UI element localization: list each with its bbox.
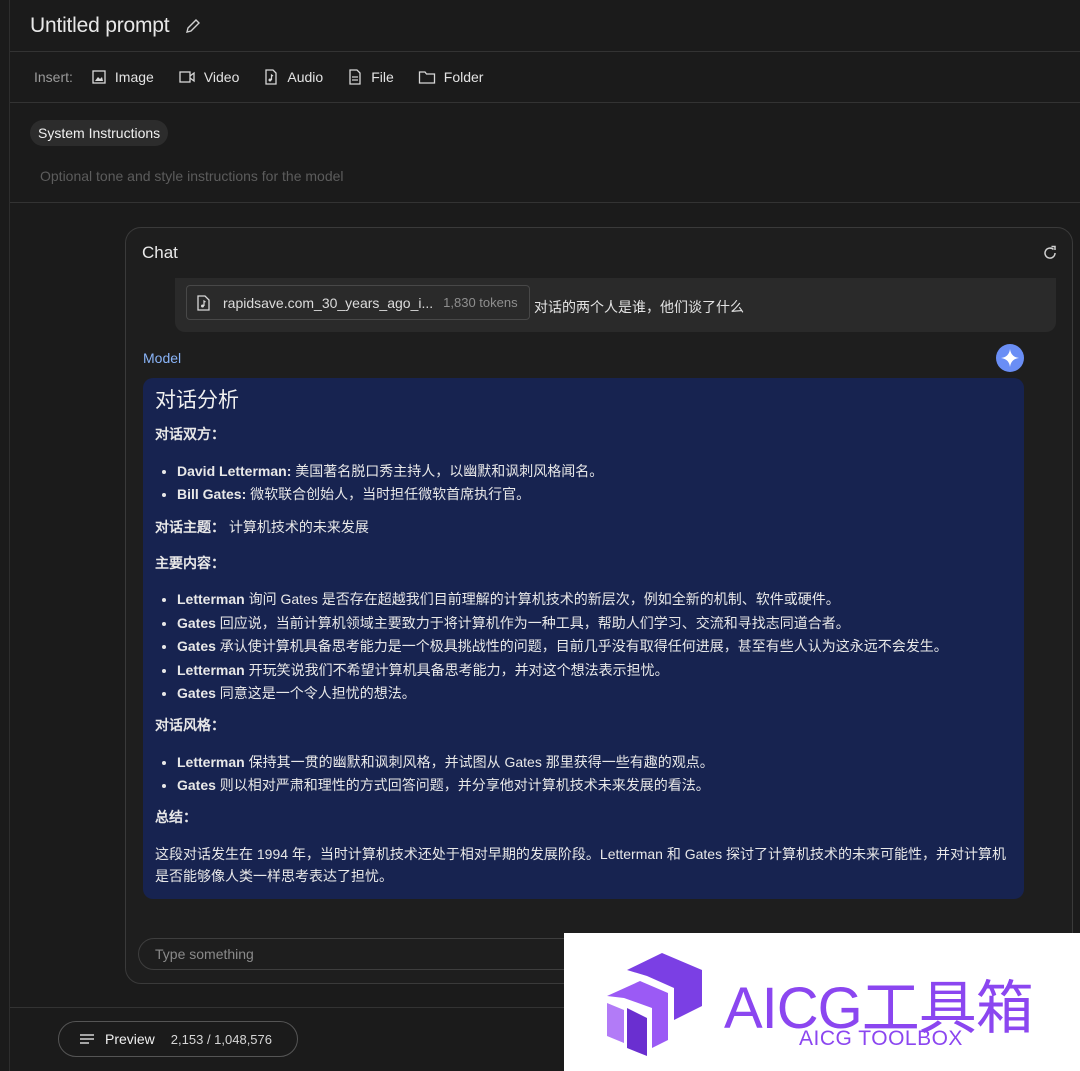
image-icon <box>92 70 106 84</box>
user-turn: rapidsave.com_30_years_ago_i... 1,830 to… <box>175 278 1056 332</box>
preview-button[interactable]: Preview 2,153 / 1,048,576 <box>58 1021 298 1057</box>
style-title: 对话风格： <box>155 717 225 734</box>
system-instructions-input[interactable]: Optional tone and style instructions for… <box>40 168 1080 184</box>
model-response: 对话分析 对话双方： David Letterman: 美国著名脱口秀主持人，以… <box>143 378 1024 899</box>
pencil-edit-icon[interactable] <box>184 17 202 35</box>
content-title: 主要内容： <box>155 554 225 571</box>
app-window: Untitled prompt Insert: Image Video Audi… <box>9 0 1080 1071</box>
insert-video-label: Video <box>203 69 240 85</box>
insert-audio-button[interactable]: Audio <box>263 69 323 85</box>
insert-toolbar: Insert: Image Video Audio File Folder <box>10 52 1080 103</box>
audio-file-icon <box>265 69 278 85</box>
refresh-icon[interactable] <box>1042 245 1058 261</box>
menu-lines-icon <box>80 1034 94 1044</box>
prompt-title[interactable]: Untitled prompt <box>30 14 170 38</box>
system-instructions-chip[interactable]: System Instructions <box>30 120 169 146</box>
video-icon <box>179 71 195 83</box>
preview-label: Preview <box>105 1031 155 1047</box>
list-item: Letterman 保持其一贯的幽默和讽刺风格，并试图从 Gates 那里获得一… <box>177 751 1012 773</box>
list-item: Letterman 开玩笑说我们不希望计算机具备思考能力，并对这个想法表示担忧。 <box>177 659 1012 681</box>
insert-file-label: File <box>371 69 394 85</box>
list-item: Letterman 询问 Gates 是否存在超越我们目前理解的计算机技术的新层… <box>177 588 1012 610</box>
title-bar: Untitled prompt <box>10 0 1080 52</box>
chat-panel: Chat rapidsave.com_30_years_ago_i... 1,8… <box>125 227 1073 984</box>
chat-title: Chat <box>142 243 178 262</box>
summary-text: 这段对话发生在 1994 年，当时计算机技术还处于相对早期的发展阶段。Lette… <box>155 845 1006 885</box>
insert-video-button[interactable]: Video <box>178 69 240 85</box>
list-item: Gates 同意这是一个令人担忧的想法。 <box>177 682 1012 704</box>
list-item: David Letterman: 美国著名脱口秀主持人，以幽默和讽刺风格闻名。 <box>177 460 1012 482</box>
list-item: Gates 承认使计算机具备思考能力是一个极具挑战性的问题，目前几乎没有取得任何… <box>177 635 1012 657</box>
system-instructions-section: System Instructions Optional tone and st… <box>10 103 1080 203</box>
response-heading: 对话分析 <box>155 389 239 412</box>
file-icon <box>349 69 361 85</box>
insert-image-label: Image <box>114 69 154 85</box>
list-item: Bill Gates: 微软联合创始人，当时担任微软首席执行官。 <box>177 483 1012 505</box>
gemini-sparkle-icon <box>996 344 1024 372</box>
insert-folder-button[interactable]: Folder <box>418 69 484 85</box>
insert-label: Insert: <box>34 69 73 85</box>
folder-icon <box>418 71 435 84</box>
watermark-subtitle: AICG TOOLBOX <box>799 1027 963 1050</box>
insert-image-button[interactable]: Image <box>91 69 154 85</box>
content-list: Letterman 询问 Gates 是否存在超越我们目前理解的计算机技术的新层… <box>177 588 1012 704</box>
style-list: Letterman 保持其一贯的幽默和讽刺风格，并试图从 Gates 那里获得一… <box>177 751 1012 797</box>
file-token-count: 1,830 tokens <box>443 295 518 310</box>
list-item: Gates 回应说，当前计算机领域主要致力于将计算机作为一种工具，帮助人们学习、… <box>177 612 1012 634</box>
token-count: 2,153 / 1,048,576 <box>170 1031 272 1047</box>
user-message: 对话的两个人是谁，他们谈了什么 <box>534 299 744 315</box>
summary-title: 总结： <box>155 809 197 826</box>
list-item: Gates 则以相对严肃和理性的方式回答问题，并分享他对计算机技术未来发展的看法… <box>177 774 1012 796</box>
insert-audio-label: Audio <box>287 69 324 85</box>
parties-list: David Letterman: 美国著名脱口秀主持人，以幽默和讽刺风格闻名。 … <box>177 460 1012 506</box>
insert-file-button[interactable]: File <box>347 69 394 85</box>
watermark: AICG工具箱 AICG TOOLBOX <box>564 933 1080 1071</box>
aicg-logo-icon <box>607 953 702 1056</box>
attached-file-chip[interactable]: rapidsave.com_30_years_ago_i... 1,830 to… <box>186 285 530 320</box>
insert-folder-label: Folder <box>443 69 484 85</box>
topic-line: 对话主题： 计算机技术的未来发展 <box>155 518 369 535</box>
parties-title: 对话双方： <box>155 426 225 443</box>
model-label: Model <box>143 350 182 366</box>
audio-file-icon <box>197 294 210 311</box>
chat-header: Chat <box>126 228 1072 278</box>
file-name: rapidsave.com_30_years_ago_i... <box>223 294 434 311</box>
